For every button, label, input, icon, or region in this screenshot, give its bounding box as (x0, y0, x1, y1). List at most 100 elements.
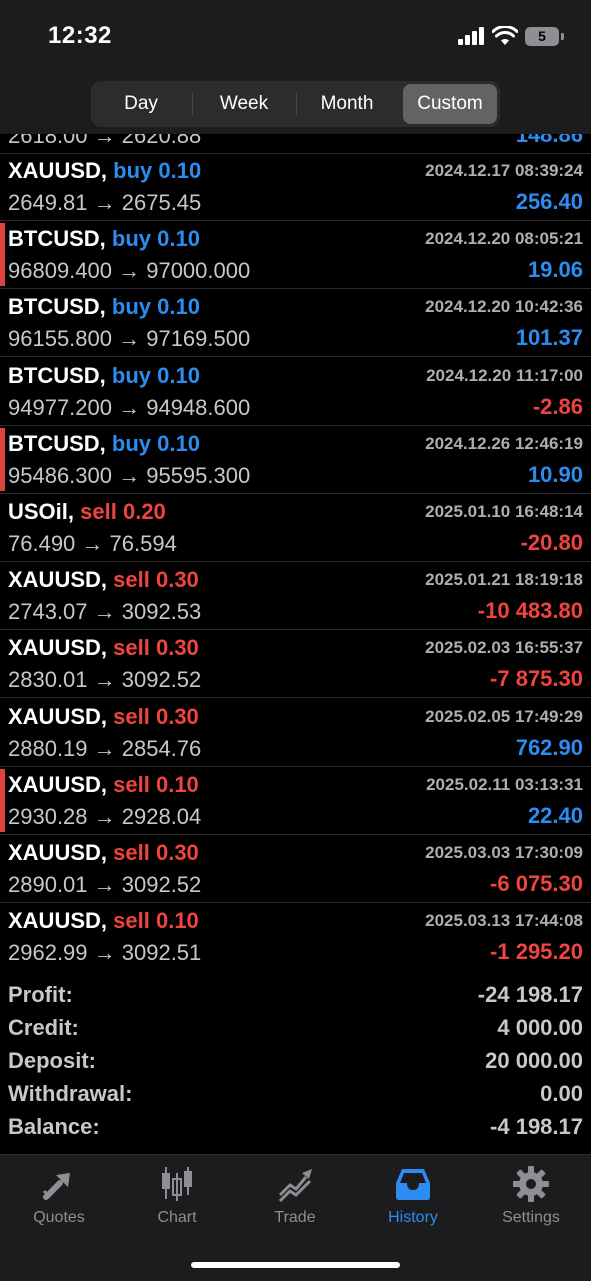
period-header: Day Week Month Custom (0, 76, 591, 134)
trade-symbol: XAUUSD, sell 0.10 (8, 772, 199, 798)
trade-datetime: 2025.03.13 17:44:08 (425, 911, 583, 931)
summary-value: -24 198.17 (477, 982, 583, 1007)
trade-symbol: USOil, sell 0.20 (8, 499, 166, 525)
trade-side: sell (113, 908, 150, 934)
trade-profit: -20.80 (520, 530, 583, 555)
trade-side: sell (113, 703, 150, 729)
trade-datetime: 2024.12.26 12:46:19 (425, 433, 583, 453)
trade-datetime: 2025.02.03 16:55:37 (425, 638, 583, 658)
trade-symbol: XAUUSD, sell 0.30 (8, 840, 199, 866)
trade-symbol-text: XAUUSD, (8, 567, 108, 593)
summary-deposit-row: Deposit: 20 000.00 (0, 1046, 591, 1079)
table-row[interactable]: XAUUSD, sell 0.30 2025.01.21 18:19:18 2743… (0, 562, 591, 631)
trade-datetime: 2024.12.20 11:17:00 (426, 365, 583, 385)
trade-symbol: BTCUSD, buy 0.10 (8, 294, 200, 320)
trade-symbol: XAUUSD, sell 0.30 (8, 635, 199, 661)
status-time: 12:32 (48, 22, 112, 49)
trade-prices: 2618.00 → 2620.88 (8, 134, 202, 148)
trade-datetime: 2025.01.10 16:48:14 (425, 502, 583, 521)
period-segmented-control: Day Week Month Custom (91, 81, 500, 127)
trade-symbol-text: XAUUSD, (8, 771, 108, 797)
table-row[interactable]: XAUUSD, sell 0.30 2025.03.03 17:30:09 2890… (0, 835, 591, 903)
table-row[interactable]: BTCUSD, buy 0.10 2024.12.26 12:46:19 95486… (0, 426, 591, 494)
trade-profit: -10 483.80 (477, 598, 583, 624)
trade-symbol-text: BTCUSD, (8, 430, 106, 456)
trade-symbol-text: XAUUSD, (8, 908, 108, 934)
segment-day[interactable]: Day (95, 84, 187, 124)
history-icon (396, 1169, 430, 1200)
battery-tip (561, 33, 564, 40)
trade-volume: 0.10 (157, 294, 200, 320)
trade-profit: -2.86 (532, 393, 583, 419)
trade-datetime: 2025.02.11 03:13:31 (426, 774, 583, 794)
trade-volume: 0.10 (158, 158, 202, 183)
summary-value: 20 000.00 (485, 1048, 583, 1073)
trade-volume: 0.30 (155, 840, 199, 865)
tab-chart[interactable]: Chart (118, 1155, 236, 1235)
trade-side: buy (111, 226, 152, 252)
trade-side: buy (113, 158, 153, 183)
summary-credit-row: Credit: 4 000.00 (0, 1013, 591, 1046)
table-row[interactable]: XAUUSD, buy 0.10 2024.12.17 08:39:24 2649.… (0, 153, 591, 221)
trade-side: sell (80, 499, 117, 524)
table-row[interactable]: BTCUSD, buy 0.10 2024.12.20 08:05:21 96809… (0, 221, 591, 290)
segment-custom[interactable]: Custom (403, 84, 497, 124)
trade-profit: 762.90 (515, 734, 583, 760)
trade-prices: 95486.300 → 95595.300 (8, 462, 251, 488)
home-indicator[interactable] (191, 1262, 400, 1268)
wifi-icon (492, 26, 518, 45)
trade-profit: 148.86 (515, 134, 583, 147)
tab-label: Chart (157, 1209, 197, 1226)
tab-history[interactable]: History (354, 1155, 472, 1235)
trade-prices: 2880.19 → 2854.76 (8, 735, 202, 761)
table-row[interactable]: BTCUSD, buy 0.10 2024.12.20 11:17:00 94977… (0, 358, 591, 426)
trade-side: sell (113, 840, 150, 865)
trade-symbol-text: BTCUSD, (8, 362, 106, 388)
tab-trade[interactable]: Trade (236, 1155, 354, 1235)
trade-side: sell (113, 771, 150, 797)
history-list[interactable]: 2618.00 → 2620.88 148.86 XAUUSD, buy 0.1… (0, 134, 591, 970)
status-bar: 12:32 5 (0, 0, 591, 76)
chart-icon (162, 1167, 192, 1201)
summary-label: Balance: (8, 1114, 100, 1139)
table-row[interactable]: USOil, sell 0.20 2025.01.10 16:48:14 76.49… (0, 494, 591, 562)
segment-month[interactable]: Month (301, 84, 393, 124)
trade-datetime: 2025.01.21 18:19:18 (425, 570, 583, 590)
trade-profit: -7 875.30 (490, 666, 583, 692)
trade-side: buy (111, 362, 152, 388)
table-row[interactable]: XAUUSD, sell 0.10 2025.02.11 03:13:31 2930… (0, 767, 591, 835)
tab-settings[interactable]: Settings (472, 1155, 590, 1235)
trade-symbol: XAUUSD, buy 0.10 (8, 158, 201, 184)
table-row-partial[interactable]: 2618.00 → 2620.88 148.86 (0, 134, 591, 154)
trade-profit: 101.37 (515, 325, 583, 351)
trade-volume: 0.30 (155, 635, 199, 661)
tab-quotes[interactable]: Quotes (0, 1155, 118, 1235)
trade-profit: 10.90 (527, 461, 583, 487)
trade-datetime: 2024.12.20 08:05:21 (425, 229, 583, 249)
table-row[interactable]: XAUUSD, sell 0.30 2025.02.05 17:49:29 2880… (0, 699, 591, 767)
table-row[interactable]: XAUUSD, sell 0.10 2025.03.13 17:44:08 2962… (0, 903, 591, 970)
trade-profit: 22.40 (527, 802, 583, 828)
trade-volume: 0.20 (122, 499, 166, 524)
trade-volume: 0.10 (157, 362, 200, 388)
tab-label: Quotes (33, 1209, 85, 1226)
table-row[interactable]: BTCUSD, buy 0.10 2024.12.20 10:42:36 96155… (0, 289, 591, 358)
trade-prices: 2743.07 → 3092.53 (8, 599, 202, 625)
trade-symbol-text: XAUUSD, (8, 703, 108, 729)
table-row[interactable]: XAUUSD, sell 0.30 2025.02.03 16:55:37 2830… (0, 630, 591, 699)
battery-icon: 5 (525, 27, 559, 46)
trade-side: buy (111, 430, 152, 456)
summary-withdrawal-row: Withdrawal: 0.00 (0, 1079, 591, 1112)
trade-symbol: XAUUSD, sell 0.30 (8, 704, 199, 730)
trade-symbol: XAUUSD, sell 0.10 (8, 908, 199, 934)
summary-value: 4 000.00 (497, 1015, 583, 1040)
trade-symbol-text: XAUUSD, (8, 840, 108, 865)
trade-symbol-text: BTCUSD, (8, 294, 106, 320)
trade-symbol-text: XAUUSD, (8, 158, 108, 183)
segment-week[interactable]: Week (197, 84, 291, 124)
trade-symbol-text: XAUUSD, (8, 635, 108, 661)
trade-volume: 0.10 (155, 771, 199, 797)
trade-icon (278, 1169, 312, 1203)
trade-prices: 2930.28 → 2928.04 (8, 803, 202, 829)
segment-divider (296, 93, 297, 115)
